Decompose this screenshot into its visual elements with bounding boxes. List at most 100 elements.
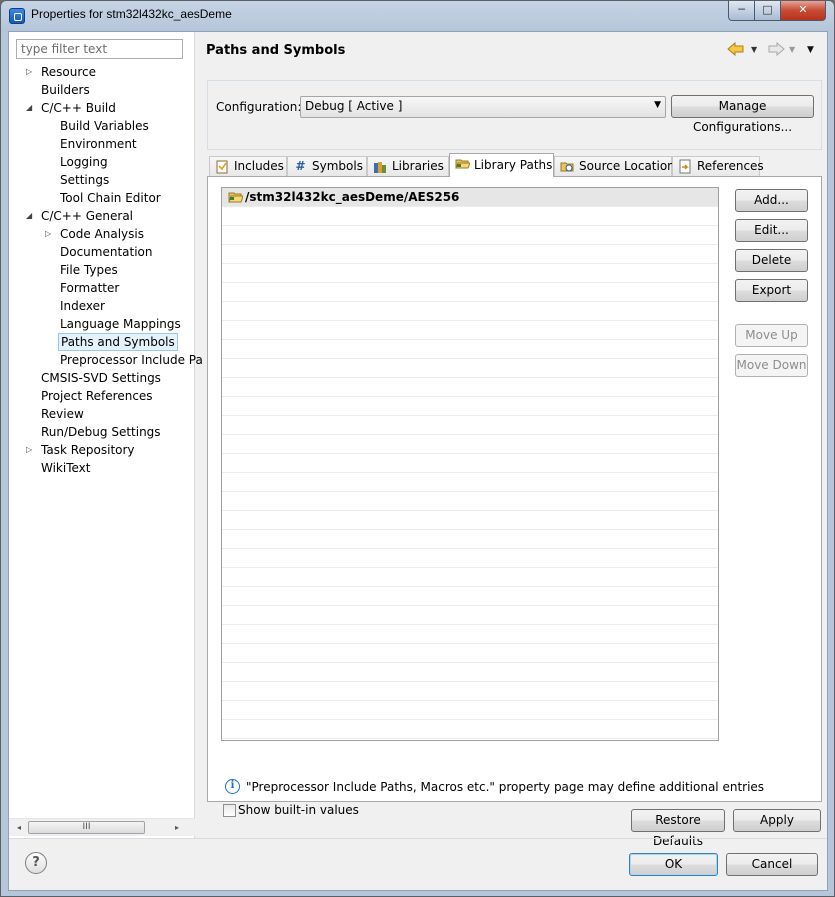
tab-references[interactable]: References: [672, 156, 764, 176]
library-paths-panel: /stm32l432kc_aesDeme/AES256 Add... Edit.…: [207, 176, 822, 817]
tree-item[interactable]: Language Mappings: [58, 315, 183, 333]
tree-item[interactable]: Paths and Symbols: [58, 333, 178, 351]
add-button[interactable]: Add...: [735, 189, 808, 212]
tree-item[interactable]: Documentation: [58, 243, 155, 261]
separator: [9, 838, 827, 839]
tree-item-label: Environment: [60, 137, 137, 151]
tab-symbols[interactable]: # Symbols: [287, 156, 367, 176]
empty-row: [222, 264, 718, 283]
tree-item[interactable]: Environment: [58, 135, 139, 153]
tree-item[interactable]: ▷ Task Repository: [26, 441, 137, 459]
apply-button[interactable]: Apply: [733, 809, 821, 832]
empty-row: [222, 473, 718, 492]
tree-item[interactable]: WikiText: [39, 459, 93, 477]
scrollbar-thumb[interactable]: III: [28, 821, 145, 834]
delete-button[interactable]: Delete: [735, 249, 808, 272]
chevron-down-icon[interactable]: ◢: [26, 103, 36, 113]
tab-includes[interactable]: Includes: [209, 156, 287, 176]
library-paths-list[interactable]: /stm32l432kc_aesDeme/AES256: [221, 187, 719, 741]
tab-libraries[interactable]: Libraries: [367, 156, 449, 176]
chevron-right-icon[interactable]: ▷: [26, 67, 36, 77]
tab-source-location[interactable]: Source Location: [554, 156, 675, 176]
restore-defaults-button[interactable]: Restore Defaults: [631, 809, 725, 848]
category-tree-pane: ▷ Resource Builders ◢ C/C++ Build Build Varia…: [9, 32, 203, 838]
tree-item[interactable]: Run/Debug Settings: [39, 423, 163, 441]
back-arrow-icon[interactable]: [727, 41, 745, 57]
horizontal-scrollbar[interactable]: ◂ III ▸: [9, 818, 195, 836]
empty-row: [222, 530, 718, 549]
scroll-left-icon[interactable]: ◂: [11, 820, 27, 836]
show-builtin-label[interactable]: Show built-in values: [238, 803, 359, 817]
empty-row: [222, 321, 718, 340]
help-icon[interactable]: ?: [25, 852, 47, 874]
tree-item[interactable]: Formatter: [58, 279, 121, 297]
tree-item-label: Run/Debug Settings: [41, 425, 161, 439]
library-path-row[interactable]: /stm32l432kc_aesDeme/AES256: [222, 188, 718, 207]
maximize-button[interactable]: □: [754, 1, 781, 21]
cancel-button[interactable]: Cancel: [726, 853, 818, 876]
tree-item[interactable]: Logging: [58, 153, 110, 171]
tree-item[interactable]: ◢ C/C++ General: [26, 207, 135, 225]
empty-row: [222, 283, 718, 302]
tab-library-paths[interactable]: Library Paths: [449, 153, 554, 177]
edit-button[interactable]: Edit...: [735, 219, 808, 242]
forward-dropdown-icon[interactable]: ▼: [789, 41, 795, 59]
chevron-right-icon[interactable]: ▷: [45, 229, 55, 239]
tree-item[interactable]: Tool Chain Editor: [58, 189, 163, 207]
tree-item[interactable]: ▷ Code Analysis: [45, 225, 146, 243]
libraries-icon: [373, 159, 388, 174]
tab-label: Source Location: [579, 159, 675, 173]
tree-item[interactable]: ◢ C/C++ Build: [26, 99, 118, 117]
tree-item-label: Resource: [41, 65, 97, 79]
ok-button[interactable]: OK: [629, 853, 718, 876]
move-down-button[interactable]: Move Down: [735, 354, 808, 377]
empty-row: [222, 340, 718, 359]
minimize-button[interactable]: ─: [728, 1, 755, 21]
info-icon: i: [225, 779, 240, 794]
view-menu-icon[interactable]: ▼: [807, 41, 814, 59]
empty-row: [222, 454, 718, 473]
configuration-select[interactable]: Debug [ Active ] ▼: [300, 96, 666, 118]
tree-item-label: Builders: [41, 83, 90, 97]
tree-item[interactable]: Builders: [39, 81, 92, 99]
tree-item[interactable]: File Types: [58, 261, 120, 279]
tree-item[interactable]: ▷ Resource: [26, 63, 98, 81]
title-bar[interactable]: Properties for stm32l432kc_aesDeme ─ □ ✕: [1, 1, 834, 31]
empty-row: [222, 644, 718, 663]
tree-item[interactable]: Project References: [39, 387, 155, 405]
manage-configurations-button[interactable]: Manage Configurations...: [671, 95, 814, 134]
tree-item[interactable]: Build Variables: [58, 117, 151, 135]
page-navigation: ▼ ▼ ▼: [727, 41, 819, 59]
tree-item-label: C/C++ General: [41, 209, 134, 223]
empty-row: [222, 207, 718, 226]
empty-row: [222, 492, 718, 511]
move-up-button[interactable]: Move Up: [735, 324, 808, 347]
page-title: Paths and Symbols: [206, 43, 346, 58]
tree-item[interactable]: Review: [39, 405, 86, 423]
back-dropdown-icon[interactable]: ▼: [751, 41, 757, 59]
tree-item[interactable]: CMSIS-SVD Settings: [39, 369, 163, 387]
close-button[interactable]: ✕: [780, 1, 826, 21]
tree-item[interactable]: Indexer: [58, 297, 107, 315]
library-path-label: /stm32l432kc_aesDeme/AES256: [245, 190, 460, 204]
tree-item-label: CMSIS-SVD Settings: [41, 371, 161, 385]
tree-item[interactable]: Settings: [58, 171, 111, 189]
export-button[interactable]: Export: [735, 279, 808, 302]
tree-item-label: Build Variables: [60, 119, 149, 133]
empty-row: [222, 587, 718, 606]
chevron-down-icon[interactable]: ◢: [26, 211, 36, 221]
empty-row: [222, 682, 718, 701]
filter-input[interactable]: [16, 39, 183, 59]
tree-item-label: Settings: [60, 173, 110, 187]
forward-arrow-icon[interactable]: [767, 41, 785, 57]
tab-label: Symbols: [312, 159, 363, 173]
chevron-right-icon[interactable]: ▷: [26, 445, 36, 455]
show-builtin-checkbox[interactable]: [223, 804, 236, 817]
tab-label: Libraries: [392, 159, 444, 173]
empty-row: [222, 720, 718, 739]
scroll-right-icon[interactable]: ▸: [169, 820, 185, 836]
configuration-value: Debug [ Active ]: [305, 99, 403, 113]
empty-row: [222, 378, 718, 397]
tree-item[interactable]: Preprocessor Include Pa: [58, 351, 205, 369]
configuration-group: Configuration: Debug [ Active ] ▼ Manage…: [207, 80, 822, 150]
